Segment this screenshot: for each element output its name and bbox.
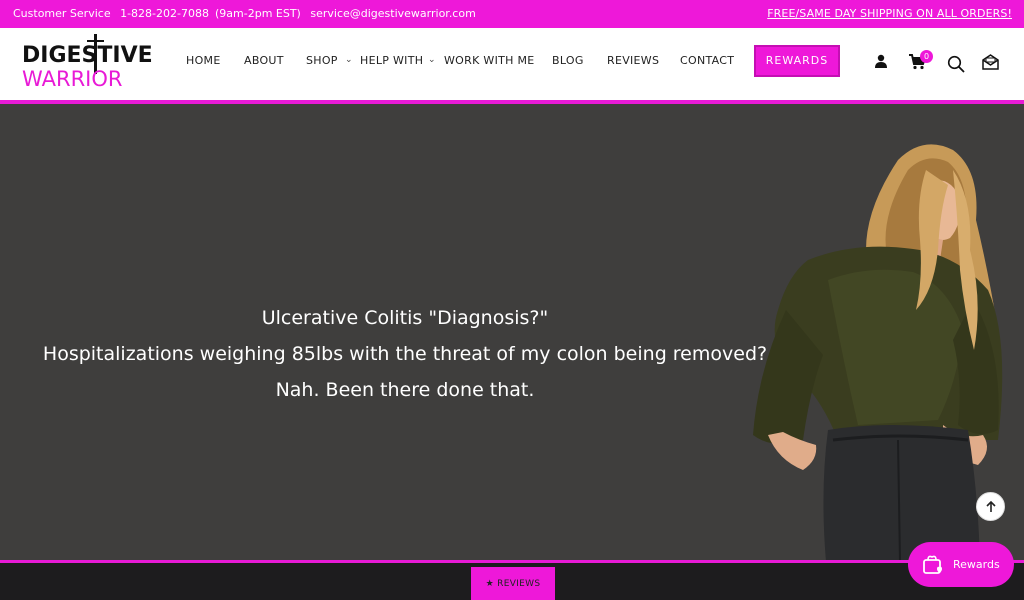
cart-count-badge: 0 bbox=[920, 50, 933, 63]
rewards-button[interactable]: REWARDS bbox=[754, 45, 840, 77]
hours-text: (9am-2pm EST) bbox=[215, 7, 301, 20]
nav-work-with-me[interactable]: WORK WITH ME bbox=[444, 54, 535, 67]
shipping-link[interactable]: FREE/SAME DAY SHIPPING ON ALL ORDERS! bbox=[767, 7, 1012, 20]
chevron-down-icon[interactable]: ⌄ bbox=[428, 55, 436, 65]
sword-hilt bbox=[87, 40, 104, 42]
nav-home[interactable]: HOME bbox=[186, 54, 221, 67]
nav-contact[interactable]: CONTACT bbox=[680, 54, 734, 67]
search-icon[interactable] bbox=[947, 55, 965, 73]
mail-icon[interactable] bbox=[982, 54, 999, 70]
logo-line-2: WARRIOR bbox=[22, 67, 123, 91]
nav-about[interactable]: ABOUT bbox=[244, 54, 284, 67]
site-header: DIGESTIVE WARRIOR HOME ABOUT SHOP ⌄ HELP… bbox=[0, 28, 1024, 102]
contact-info: Customer Service 1-828-202-7088 (9am-2pm … bbox=[13, 7, 482, 20]
arrow-up-icon bbox=[986, 500, 996, 512]
scroll-to-top-button[interactable] bbox=[976, 492, 1005, 521]
phone-link[interactable]: 1-828-202-7088 bbox=[120, 7, 209, 20]
hero-line-1: Ulcerative Colitis "Diagnosis?" bbox=[261, 307, 549, 329]
rewards-widget-button[interactable]: Rewards bbox=[908, 542, 1014, 587]
hero-line-3: Nah. Been there done that. bbox=[275, 379, 535, 401]
email-link[interactable]: service@digestivewarrior.com bbox=[310, 7, 475, 20]
user-icon[interactable] bbox=[874, 54, 888, 68]
hero-section: Ulcerative Colitis "Diagnosis?" Hospital… bbox=[0, 104, 1024, 562]
hero-line-2: Hospitalizations weighing 85lbs with the… bbox=[42, 343, 768, 365]
nav-blog[interactable]: BLOG bbox=[552, 54, 584, 67]
nav-help-with[interactable]: HELP WITH bbox=[360, 54, 423, 67]
hero-text: Ulcerative Colitis "Diagnosis?" Hospital… bbox=[40, 300, 770, 408]
rewards-widget-label: Rewards bbox=[953, 558, 1000, 571]
logo[interactable]: DIGESTIVE WARRIOR bbox=[20, 34, 153, 96]
customer-service-label: Customer Service bbox=[13, 7, 111, 20]
nav-reviews[interactable]: REVIEWS bbox=[607, 54, 659, 67]
reviews-tab[interactable]: ★ REVIEWS bbox=[471, 567, 555, 600]
nav-shop[interactable]: SHOP bbox=[306, 54, 338, 67]
chevron-down-icon[interactable]: ⌄ bbox=[345, 55, 353, 65]
logo-line-1: DIGESTIVE bbox=[22, 43, 153, 68]
top-announcement-bar: Customer Service 1-828-202-7088 (9am-2pm … bbox=[0, 0, 1024, 28]
gift-heart-icon bbox=[923, 555, 942, 574]
